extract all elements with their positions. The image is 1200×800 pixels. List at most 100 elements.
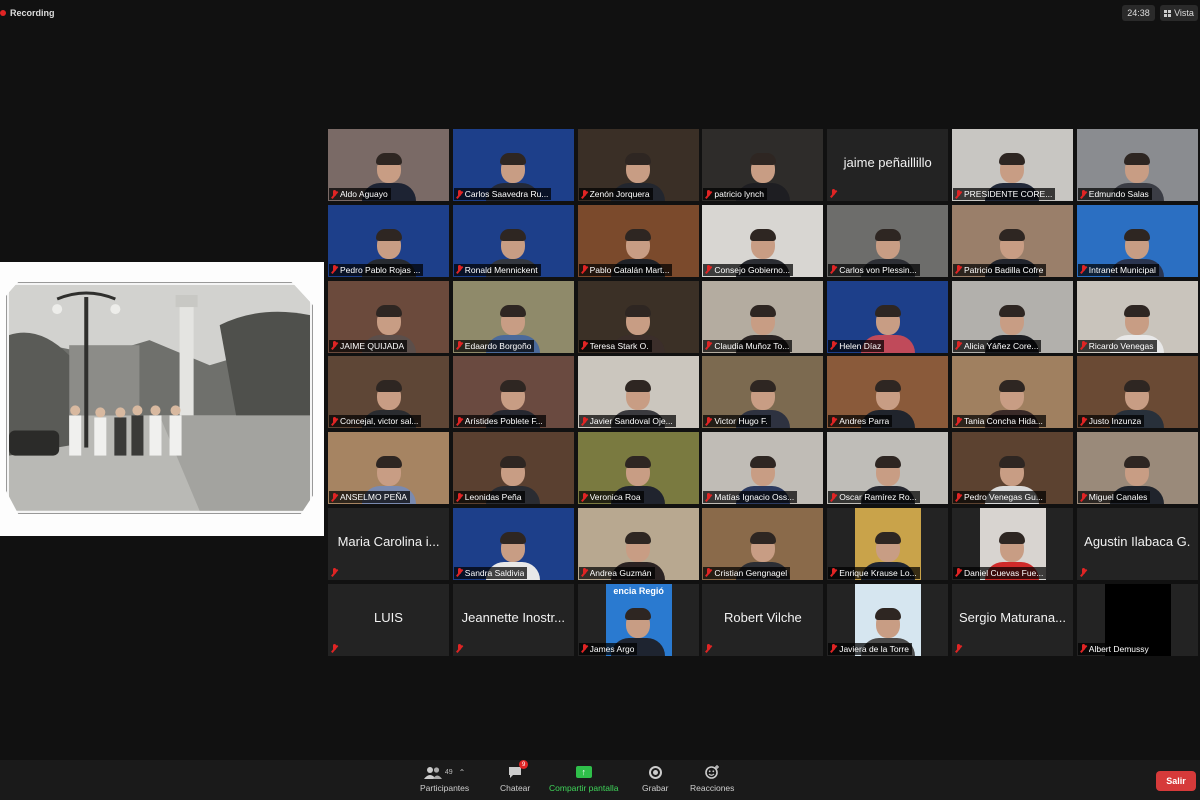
participant-tile[interactable]: Carlos von Plessin... xyxy=(827,204,949,277)
participant-name: Tania Concha Hida... xyxy=(963,416,1043,427)
participant-tile[interactable]: Leonidas Peña xyxy=(452,432,574,505)
participant-tile[interactable]: Zenón Jorquera xyxy=(577,129,699,201)
participant-name: Javier Sandoval Oje... xyxy=(589,416,673,427)
participant-name: Maria Carolina i... xyxy=(337,533,440,549)
participant-tile[interactable]: Intranet Municipal xyxy=(1076,204,1198,277)
recording-dot-icon xyxy=(0,10,6,16)
view-button[interactable]: Vista xyxy=(1160,5,1198,21)
participant-tile[interactable]: Justo Inzunza xyxy=(1076,356,1198,429)
participant-tile[interactable]: Robert Vilche xyxy=(702,583,824,656)
reactions-button[interactable]: Reacciones xyxy=(690,764,734,793)
participant-tile[interactable]: Cristian Gengnagel xyxy=(702,507,824,580)
participant-name: Teresa Stark O. xyxy=(589,340,649,351)
participant-tile[interactable]: Albert Demussy xyxy=(1076,583,1198,656)
muted-mic-icon xyxy=(331,567,338,577)
participant-tile[interactable]: Alicia Yáñez Core... xyxy=(951,280,1073,353)
muted-mic-icon xyxy=(830,644,837,653)
muted-mic-icon xyxy=(830,492,837,502)
chat-button[interactable]: 9 Chatear xyxy=(500,760,530,793)
participant-name: jaime peñaillillo xyxy=(843,155,932,170)
view-label: Vista xyxy=(1174,8,1194,18)
participant-tile[interactable]: Edmundo Salas xyxy=(1076,129,1198,201)
participant-tile[interactable]: Arístides Poblete F... xyxy=(452,356,574,429)
participants-button[interactable]: 49 ⌃ Participantes xyxy=(420,764,469,793)
muted-mic-icon xyxy=(1080,189,1087,199)
muted-mic-icon xyxy=(456,568,463,577)
participant-name-tag: Aldo Aguayo xyxy=(329,188,391,200)
participant-tile[interactable]: Javier Sandoval Oje... xyxy=(577,356,699,429)
participant-tile[interactable]: Patricio Badilla Cofre xyxy=(951,204,1073,277)
participant-tile[interactable]: Aldo Aguayo xyxy=(328,129,449,201)
participant-name: Jeannette Inostr... xyxy=(461,609,565,625)
participant-tile[interactable]: LUIS xyxy=(328,583,449,656)
participant-tile[interactable]: Veronica Roa xyxy=(577,432,699,505)
participant-name-tag: Consejo Gobierno... xyxy=(703,263,793,276)
participant-tile[interactable]: Teresa Stark O. xyxy=(577,280,699,353)
share-screen-icon: ↑ xyxy=(575,766,592,778)
participant-tile[interactable]: Consejo Gobierno... xyxy=(702,204,824,277)
participant-name-tag: Sandra Saldivia xyxy=(453,566,528,579)
chevron-up-icon[interactable]: ⌃ xyxy=(459,768,466,777)
participant-tile[interactable]: Jeannette Inostr... xyxy=(452,583,574,656)
record-button[interactable]: Grabar xyxy=(642,764,668,793)
participant-tile[interactable]: encia Regió James Argo xyxy=(577,583,699,656)
share-screen-button[interactable]: ↑ Compartir pantalla xyxy=(549,764,618,793)
participant-tile[interactable]: JAIME QUIJADA xyxy=(328,280,449,353)
shared-screen[interactable] xyxy=(0,262,324,536)
participant-tile[interactable]: Edaardo Borgoño xyxy=(452,280,574,353)
muted-mic-icon xyxy=(830,568,837,577)
participant-name: Justo Inzunza xyxy=(1088,416,1142,427)
video-grid: Aldo Aguayo Carlos Saavedra Ru... Zenón Jo… xyxy=(328,129,1198,656)
participant-name: ANSELMO PEÑA xyxy=(340,492,408,503)
participant-tile[interactable]: Andres Parra xyxy=(827,356,949,429)
participant-tile[interactable]: patricio lynch xyxy=(702,129,824,201)
participant-name: Zenón Jorquera xyxy=(589,189,650,199)
muted-mic-icon xyxy=(331,265,338,274)
participant-tile[interactable]: Carlos Saavedra Ru... xyxy=(452,129,574,201)
participant-name: Concejal, victor sal... xyxy=(340,416,419,427)
participant-tile[interactable]: Daniel Cuevas Fue... xyxy=(951,507,1073,580)
participant-tile[interactable]: Sergio Maturana... xyxy=(951,583,1073,656)
participant-name-tag: Javier Sandoval Oje... xyxy=(578,415,676,428)
participant-tile[interactable]: Miguel Canales xyxy=(1076,432,1198,505)
muted-mic-icon xyxy=(581,341,588,350)
muted-mic-icon xyxy=(1080,265,1087,274)
leave-button[interactable]: Salir xyxy=(1156,771,1196,791)
participant-tile[interactable]: Agustin Ilabaca G. xyxy=(1076,507,1198,580)
participant-tile[interactable]: Tania Concha Hida... xyxy=(951,356,1073,429)
participant-tile[interactable]: Maria Carolina i... xyxy=(328,507,449,580)
participant-name-tag: Arístides Poblete F... xyxy=(453,415,546,428)
participant-tile[interactable]: jaime peñaillillo xyxy=(827,129,949,201)
participant-tile[interactable]: Pablo Catalán Mart... xyxy=(577,204,699,277)
participant-tile[interactable]: Ronald Mennickent xyxy=(452,204,574,277)
participant-name: Daniel Cuevas Fue... xyxy=(963,567,1044,578)
participant-tile[interactable]: Victor Hugo F. xyxy=(702,356,824,429)
meeting-timer: 24:38 xyxy=(1122,5,1155,21)
participant-name-tag: Intranet Municipal xyxy=(1077,263,1159,276)
participant-name: Patricio Badilla Cofre xyxy=(963,264,1044,275)
participant-tile[interactable]: PRESIDENTE CORE... xyxy=(951,129,1073,201)
participant-tile[interactable]: Pedro Venegas Gu... xyxy=(951,432,1073,505)
shared-photo xyxy=(9,285,310,511)
muted-mic-icon xyxy=(955,568,962,577)
participant-tile[interactable]: Sandra Saldivia xyxy=(452,507,574,580)
participant-name: Aldo Aguayo xyxy=(340,189,388,199)
participant-tile[interactable]: Concejal, victor sal... xyxy=(328,356,449,429)
participant-tile[interactable]: ANSELMO PEÑA xyxy=(328,432,449,505)
participant-name-tag: James Argo xyxy=(578,642,638,655)
participant-name-tag: Pedro Pablo Rojas ... xyxy=(329,263,424,276)
participant-tile[interactable]: Oscar Ramírez Ro... xyxy=(827,432,949,505)
recording-label: Recording xyxy=(10,8,55,18)
participant-name: Pedro Venegas Gu... xyxy=(963,492,1043,503)
participant-tile[interactable]: Enrique Krause Lo... xyxy=(827,507,949,580)
participant-tile[interactable]: Pedro Pablo Rojas ... xyxy=(328,204,449,277)
participant-tile[interactable]: Ricardo Venegas xyxy=(1076,280,1198,353)
participant-tile[interactable]: Claudia Muñoz To... xyxy=(702,280,824,353)
participant-tile[interactable]: Helen Díaz xyxy=(827,280,949,353)
participant-tile[interactable]: Andrea Guzmán xyxy=(577,507,699,580)
participant-name-tag: Enrique Krause Lo... xyxy=(828,566,920,579)
participant-name-tag: Oscar Ramírez Ro... xyxy=(828,491,920,504)
participant-tile[interactable]: Javiera de la Torre xyxy=(827,583,949,656)
participant-tile[interactable]: Matías Ignacio Oss... xyxy=(702,432,824,505)
muted-mic-icon xyxy=(331,341,338,350)
